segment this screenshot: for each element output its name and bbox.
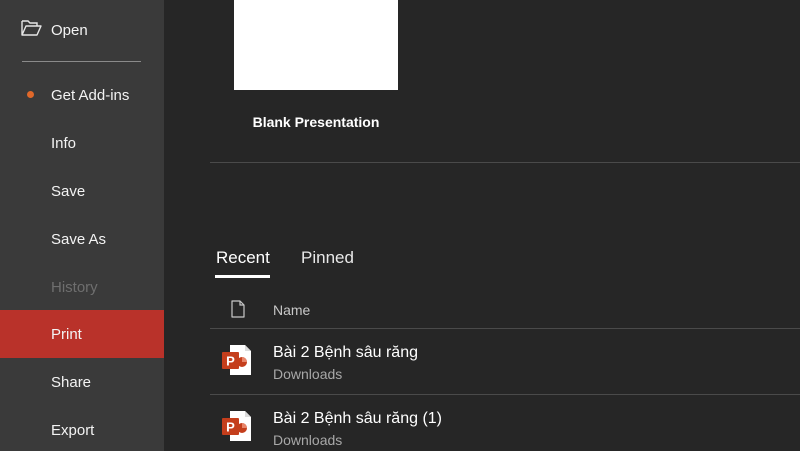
sidebar-item-label: Save As <box>51 230 107 248</box>
sidebar-item-label: Print <box>51 325 82 343</box>
sidebar-item-info[interactable]: Info <box>0 119 164 167</box>
sidebar-item-print[interactable]: Print <box>0 310 164 358</box>
sidebar-item-label: Export <box>51 421 95 439</box>
file-title: Bài 2 Bệnh sâu răng (1) <box>273 410 442 427</box>
notification-dot <box>27 91 34 98</box>
sidebar-item-get-add-ins[interactable]: Get Add-ins <box>0 71 164 119</box>
sidebar-item-label: Share <box>51 373 92 391</box>
blank-presentation-thumbnail[interactable] <box>234 0 398 90</box>
sidebar-item-label: Save <box>51 182 86 200</box>
sidebar-item-open[interactable]: Open <box>0 6 164 54</box>
folder-open-icon <box>21 20 42 36</box>
tab-recent[interactable]: Recent <box>216 248 270 268</box>
svg-text:P: P <box>226 420 235 435</box>
sidebar-item-label: Get Add-ins <box>51 86 130 104</box>
document-icon <box>231 300 245 318</box>
sidebar-item-history: History <box>0 263 164 311</box>
name-column-header[interactable]: Name <box>273 302 310 318</box>
sidebar-item-label: History <box>51 278 98 296</box>
sidebar-item-label: Open <box>51 21 88 39</box>
sidebar-item-export[interactable]: Export <box>0 406 164 451</box>
row-divider <box>210 328 800 329</box>
recent-file-row[interactable]: P Bài 2 Bệnh sâu răng (1) Downloads <box>210 396 800 451</box>
svg-text:P: P <box>226 354 235 369</box>
file-location: Downloads <box>273 432 343 448</box>
blank-presentation-label[interactable]: Blank Presentation <box>234 114 398 130</box>
file-title: Bài 2 Bệnh sâu răng <box>273 344 418 361</box>
tab-selected-indicator <box>215 275 270 278</box>
backstage-main: Blank Presentation Recent Pinned Name P … <box>164 0 800 451</box>
recent-file-row[interactable]: P Bài 2 Bệnh sâu răng Downloads <box>210 330 800 392</box>
sidebar-item-save[interactable]: Save <box>0 167 164 215</box>
powerpoint-file-icon: P <box>222 345 251 375</box>
row-divider <box>210 394 800 395</box>
backstage-sidebar: Open Get Add-ins Info Save Save As Histo… <box>0 0 164 451</box>
section-divider <box>210 162 800 163</box>
sidebar-item-label: Info <box>51 134 77 152</box>
file-location: Downloads <box>273 366 343 382</box>
tab-pinned[interactable]: Pinned <box>301 248 354 268</box>
backstage-view: Open Get Add-ins Info Save Save As Histo… <box>0 0 800 451</box>
sidebar-divider <box>22 61 141 62</box>
powerpoint-file-icon: P <box>222 411 251 441</box>
sidebar-item-share[interactable]: Share <box>0 358 164 406</box>
sidebar-item-save-as[interactable]: Save As <box>0 215 164 263</box>
